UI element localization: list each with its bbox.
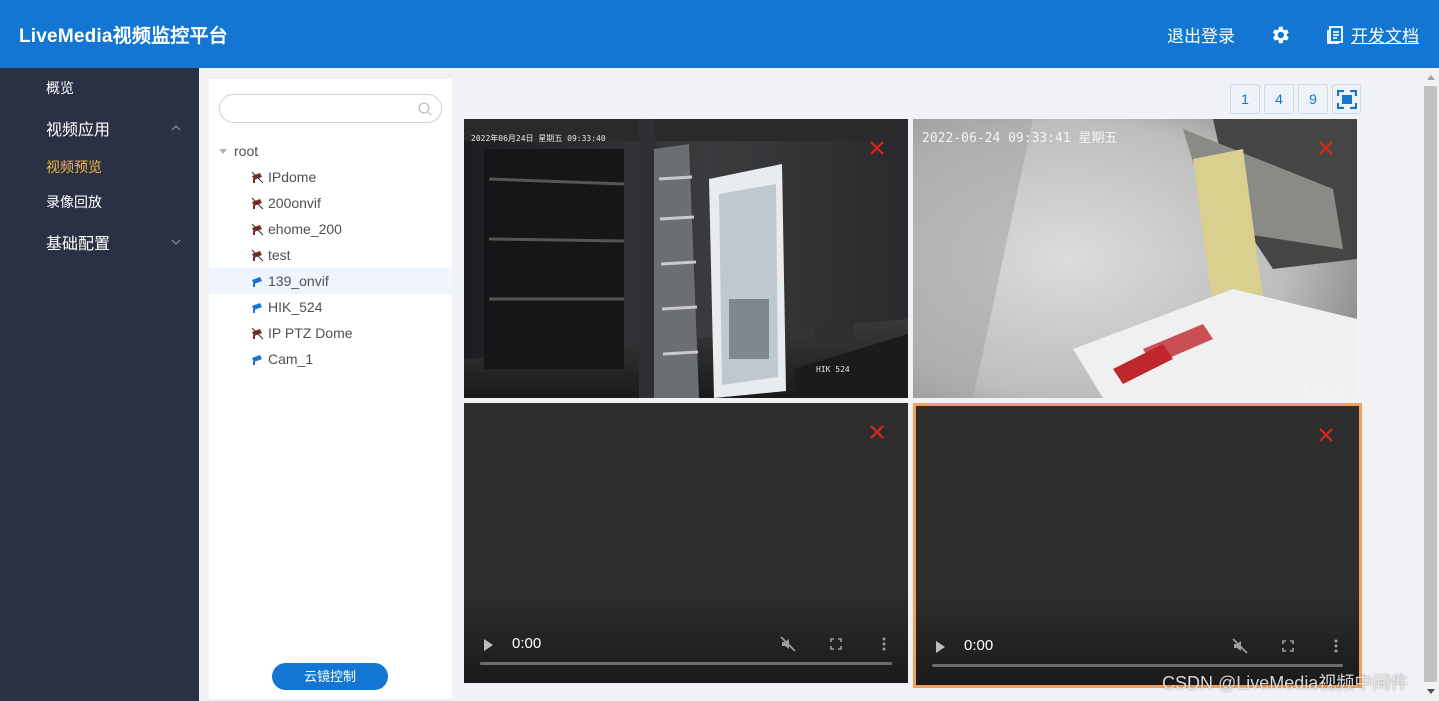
video-tile-1[interactable]: 2022年06月24日 星期五 09:33:40 HIK 524 — [464, 119, 908, 398]
chevron-down-icon — [171, 239, 181, 245]
video-progress-bar[interactable] — [480, 662, 892, 665]
mute-icon[interactable] — [780, 636, 796, 652]
tree-search-input[interactable] — [232, 100, 412, 118]
video-tile-2[interactable]: 2022-06-24 09:33:41 星期五 Cam_1 — [913, 119, 1357, 398]
tree-node-label: Cam_1 — [268, 351, 314, 367]
watermark: CSDN @LiveMedia视频中间件 — [1162, 673, 1409, 693]
video-tile-3[interactable]: 0:00 — [464, 403, 908, 683]
tree-node[interactable]: Cam_1 — [209, 346, 452, 372]
tree-node-label: IP PTZ Dome — [268, 325, 353, 341]
fullscreen-button[interactable] — [1332, 84, 1361, 114]
camera-icon — [252, 354, 262, 365]
play-icon[interactable] — [936, 641, 945, 653]
tree-node[interactable]: IPdome — [209, 164, 452, 190]
header-actions: 退出登录 开发文档 — [1167, 22, 1419, 47]
docs-link[interactable]: 开发文档 — [1325, 22, 1419, 47]
tree-root[interactable]: root — [219, 143, 258, 159]
search-icon[interactable] — [418, 102, 432, 116]
docs-label: 开发文档 — [1351, 27, 1419, 46]
fullscreen-icon — [1337, 90, 1357, 109]
close-tile-button[interactable] — [1318, 427, 1334, 443]
tree-node[interactable]: 139_onvif — [209, 268, 452, 294]
more-options-icon[interactable] — [1328, 638, 1344, 654]
document-icon — [1327, 25, 1343, 44]
camera-icon — [251, 171, 264, 183]
mute-icon[interactable] — [1232, 638, 1248, 654]
layout-1-button[interactable]: 1 — [1230, 84, 1260, 114]
tree-node-label: IPdome — [268, 169, 317, 185]
tree-root-label: root — [234, 143, 259, 159]
app-title: LiveMedia视频监控平台 — [19, 26, 228, 47]
camera-icon — [251, 223, 264, 235]
tile-osd-time: 2022-06-24 09:33:41 星期五 — [922, 131, 1118, 146]
tree-node[interactable]: ehome_200 — [209, 216, 452, 242]
ptz-control-button[interactable]: 云镜控制 — [272, 663, 388, 690]
camera-icon — [251, 197, 264, 209]
fullscreen-icon[interactable] — [828, 636, 844, 652]
device-tree-panel: root IPdome 200onvif ehome_200test 139_onvi… — [209, 79, 452, 699]
close-tile-button[interactable] — [869, 424, 885, 440]
tile-osd-time: 2022年06月24日 星期五 09:33:40 — [471, 134, 606, 143]
camera-icon — [252, 276, 262, 287]
close-icon — [870, 425, 884, 439]
video-tile-4[interactable]: 0:00 — [913, 403, 1362, 688]
close-icon — [870, 141, 884, 155]
sidebar-group-video-app[interactable]: 视频应用 — [46, 116, 181, 140]
tile-osd-name: HIK 524 — [816, 365, 850, 374]
tree-node[interactable]: HIK_524 — [209, 294, 452, 320]
fullscreen-icon[interactable] — [1280, 638, 1296, 654]
tree-node-label: test — [268, 247, 291, 263]
sidebar-item-overview[interactable]: 概览 — [46, 78, 74, 98]
sidebar-item-video-preview[interactable]: 视频预览 — [46, 157, 102, 177]
close-icon — [1319, 428, 1333, 442]
gear-icon[interactable] — [1269, 24, 1291, 46]
tree-node-label: 200onvif — [268, 195, 321, 211]
sidebar-group-label: 视频应用 — [46, 122, 111, 139]
layout-9-button[interactable]: 9 — [1298, 84, 1328, 114]
play-icon[interactable] — [484, 639, 493, 651]
sidebar-group-label: 基础配置 — [46, 236, 111, 253]
caret-down-icon[interactable] — [219, 148, 227, 154]
tree-node-label: 139_onvif — [268, 273, 329, 289]
sidebar-group-config[interactable]: 基础配置 — [46, 230, 181, 254]
page-scrollbar[interactable] — [1422, 68, 1439, 701]
close-tile-button[interactable] — [869, 140, 885, 156]
more-options-icon[interactable] — [876, 636, 892, 652]
camera-feed-image — [464, 119, 908, 398]
tile-osd-name: Cam_1 — [1303, 382, 1343, 397]
scroll-down-arrow[interactable] — [1427, 689, 1435, 694]
close-tile-button[interactable] — [1318, 140, 1334, 156]
video-controls: 0:00 — [464, 623, 908, 683]
video-time: 0:00 — [964, 637, 994, 654]
tree-search[interactable] — [219, 94, 442, 123]
tree-node[interactable]: IP PTZ Dome — [209, 320, 452, 346]
camera-icon — [251, 249, 264, 261]
camera-feed-image — [913, 119, 1357, 398]
tree-node[interactable]: test — [209, 242, 452, 268]
app-header: LiveMedia视频监控平台 退出登录 开发文档 — [0, 0, 1439, 68]
layout-4-button[interactable]: 4 — [1264, 84, 1294, 114]
chevron-up-icon — [171, 125, 181, 131]
logout-link[interactable]: 退出登录 — [1167, 22, 1235, 47]
close-icon — [1319, 141, 1333, 155]
tree-node[interactable]: 200onvif — [209, 190, 452, 216]
scroll-thumb[interactable] — [1424, 86, 1437, 682]
tree-node-label: ehome_200 — [268, 221, 342, 237]
sidebar: 概览 视频应用 视频预览 录像回放 基础配置 — [0, 68, 199, 701]
video-time: 0:00 — [512, 635, 542, 652]
sidebar-item-playback[interactable]: 录像回放 — [46, 192, 102, 212]
camera-icon — [252, 302, 262, 313]
scroll-up-arrow[interactable] — [1427, 75, 1435, 80]
tree-node-label: HIK_524 — [268, 299, 323, 315]
video-progress-bar[interactable] — [932, 664, 1343, 667]
camera-icon — [251, 327, 264, 339]
